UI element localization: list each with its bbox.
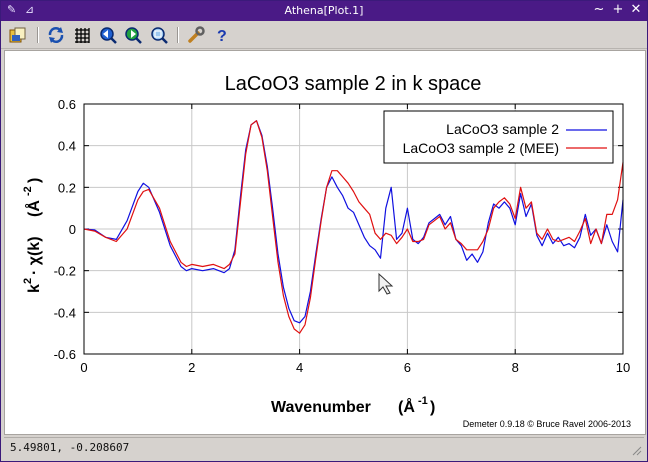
legend-label-sample: LaCoO3 sample 2 — [446, 121, 559, 137]
x-tick-label: 2 — [188, 360, 195, 375]
title-bar[interactable]: ✎ ⊿ Athena[Plot.1] ~ + ✕ — [1, 1, 647, 21]
kspace-chart[interactable]: LaCoO3 sample 2 in k space 0 2 4 6 8 10 0.6 0.4… — [5, 51, 645, 434]
minimize-icon[interactable]: ~ — [591, 2, 607, 18]
status-bar: 5.49801, -0.208607 — [4, 437, 644, 458]
y-axis-label-k-sup: 2 — [22, 278, 34, 284]
toolbar: ? — [1, 21, 647, 49]
legend-label-mee: LaCoO3 sample 2 (MEE) — [403, 140, 559, 156]
open-file-icon[interactable] — [8, 25, 28, 45]
x-tick-label: 8 — [512, 360, 519, 375]
chart-title: LaCoO3 sample 2 in k space — [225, 73, 482, 95]
y-axis-label-close: ) — [26, 178, 43, 183]
zoom-icon[interactable] — [149, 25, 169, 45]
credit-text: Demeter 0.9.18 © Bruce Ravel 2006-2013 — [463, 419, 631, 429]
y-tick-label: 0 — [69, 222, 76, 237]
mouse-cursor-icon — [378, 272, 394, 295]
plot-area[interactable]: LaCoO3 sample 2 in k space 0 2 4 6 8 10 0.6 0.4… — [4, 50, 646, 435]
y-tick-label: 0.4 — [58, 139, 76, 154]
window-title: Athena[Plot.1] — [284, 4, 364, 17]
refresh-icon[interactable] — [46, 25, 66, 45]
x-tick-label: 4 — [296, 360, 303, 375]
y-tick-label: -0.2 — [54, 264, 76, 279]
x-axis-label-sup: -1 — [418, 395, 428, 407]
close-icon[interactable]: ✕ — [628, 2, 644, 18]
x-tick-label: 6 — [404, 360, 411, 375]
zoom-forward-icon[interactable] — [123, 25, 143, 45]
y-tick-label: 0.2 — [58, 180, 76, 195]
cursor-coordinates: 5.49801, -0.208607 — [10, 441, 130, 454]
x-axis-label-main: Wavenumber — [271, 399, 371, 416]
resize-grip-icon[interactable] — [630, 444, 642, 456]
y-tick-label: 0.6 — [58, 97, 76, 112]
x-tick-label: 10 — [616, 360, 630, 375]
x-axis-label-close: ) — [430, 399, 435, 416]
y-axis-label-unit: (Å — [24, 200, 43, 217]
maximize-icon[interactable]: + — [610, 2, 626, 18]
y-tick-label: -0.4 — [54, 305, 76, 320]
zoom-back-icon[interactable] — [98, 25, 118, 45]
x-axis-label: Wavenumber (Å -1 ) — [271, 395, 435, 416]
legend: LaCoO3 sample 2 LaCoO3 sample 2 (MEE) — [383, 110, 614, 164]
x-tick-label: 0 — [80, 360, 87, 375]
help-icon[interactable]: ? — [212, 25, 232, 45]
y-axis-label-chi: · χ(k) — [26, 236, 43, 275]
y-axis-label-k: k — [26, 284, 43, 293]
athena-plot-window: ✎ ⊿ Athena[Plot.1] ~ + ✕ ? LaCoO3 sample… — [0, 0, 648, 462]
y-axis-label: k 2 · χ(k) (Å -2 ) — [22, 178, 43, 293]
wrench-icon[interactable] — [186, 25, 206, 45]
grid-icon[interactable] — [72, 25, 92, 45]
y-axis-label-sup: -2 — [22, 186, 34, 196]
x-axis-label-unit: (Å — [398, 397, 415, 416]
svg-text:?: ? — [217, 28, 227, 44]
y-tick-label: -0.6 — [54, 347, 76, 362]
